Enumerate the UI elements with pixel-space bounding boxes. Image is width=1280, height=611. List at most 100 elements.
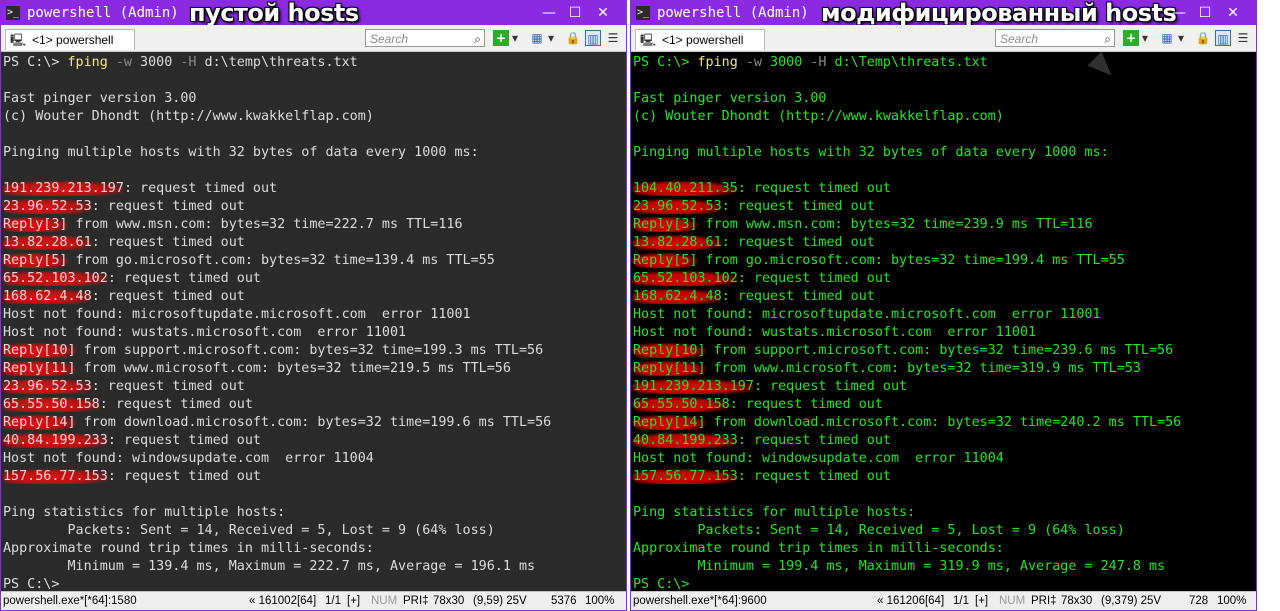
pane-icon[interactable]: ▥ bbox=[1215, 30, 1231, 46]
console-output[interactable]: PS C:\> fping -w 3000 -H d:\Temp\threats… bbox=[631, 52, 1256, 593]
add-console-icon[interactable]: + bbox=[493, 30, 509, 46]
console-line: Reply[3] from www.msn.com: bytes=32 time… bbox=[3, 216, 626, 234]
console-line: Host not found: microsoftupdate.microsof… bbox=[3, 306, 626, 324]
highlighted-text: 65.52.103.102 bbox=[3, 271, 108, 286]
status-size: 78x30 bbox=[433, 595, 465, 607]
status-zoom[interactable]: 100% bbox=[585, 592, 614, 610]
add-console-icon[interactable]: + bbox=[1123, 30, 1139, 46]
console-line: Approximate round trip times in milli-se… bbox=[633, 540, 1256, 558]
highlighted-text: Reply[14] bbox=[633, 415, 706, 430]
console-text: Pinging multiple hosts with 32 bytes of … bbox=[3, 145, 479, 160]
highlighted-text: 191.239.213.197 bbox=[3, 181, 124, 196]
search-icon[interactable]: ⌕ bbox=[1104, 30, 1111, 48]
minimize-icon[interactable]: — bbox=[538, 3, 560, 23]
tab-powershell[interactable]: 🖳 <1> powershell bbox=[635, 29, 765, 50]
console-text: Fast pinger version 3.00 bbox=[3, 91, 197, 106]
console-text: : request timed out bbox=[91, 289, 245, 304]
toolbar: 🖳 <1> powershell Search ⌕ + ▾ ▦ ▾ 🔒 ▥ ☰ bbox=[631, 25, 1256, 52]
console-line: Pinging multiple hosts with 32 bytes of … bbox=[633, 144, 1256, 162]
console-text: : request timed out bbox=[99, 397, 253, 412]
chevron-down-icon[interactable]: ▾ bbox=[1175, 30, 1187, 46]
console-text: (c) Wouter Dhondt (http://www.kwakkelfla… bbox=[3, 109, 374, 124]
status-bar: powershell.exe*[*64]:1580 « 161002[64] 1… bbox=[1, 591, 626, 610]
console-line: Reply[10] from support.microsoft.com: by… bbox=[3, 342, 626, 360]
status-pid: 5376 bbox=[551, 595, 577, 607]
status-process[interactable]: powershell.exe*[*64]:1580 bbox=[3, 592, 137, 610]
status-process[interactable]: powershell.exe*[*64]:9600 bbox=[633, 592, 767, 610]
console-line: Packets: Sent = 14, Received = 5, Lost =… bbox=[3, 522, 626, 540]
console-text: -w bbox=[745, 55, 762, 70]
console-text: : request timed out bbox=[737, 469, 891, 484]
maximize-icon[interactable]: ☐ bbox=[1194, 3, 1216, 23]
window-title: powershell (Admin) bbox=[657, 5, 809, 21]
console-text: : request timed out bbox=[91, 235, 245, 250]
close-icon[interactable]: ✕ bbox=[592, 3, 614, 23]
console-window-right: >_ powershell (Admin) модифицированный h… bbox=[630, 0, 1257, 611]
tab-label: <1> powershell bbox=[32, 33, 114, 47]
tab-powershell[interactable]: 🖳 <1> powershell bbox=[5, 29, 135, 50]
highlighted-text: Reply[3] bbox=[633, 217, 698, 232]
console-text: from www.microsoft.com: bytes=32 time=21… bbox=[75, 361, 511, 376]
console-text: : request timed out bbox=[729, 397, 883, 412]
console-line: Minimum = 139.4 ms, Maximum = 222.7 ms, … bbox=[3, 558, 626, 576]
pane-icon[interactable]: ▥ bbox=[585, 30, 601, 46]
console-output[interactable]: PS C:\> fping -w 3000 -H d:\temp\threats… bbox=[1, 52, 626, 593]
status-zoom[interactable]: 100% bbox=[1217, 592, 1246, 610]
console-text: from support.microsoft.com: bytes=32 tim… bbox=[75, 343, 544, 358]
console-text: Approximate round trip times in milli-se… bbox=[633, 541, 1004, 556]
console-line: 65.52.103.102: request timed out bbox=[3, 270, 626, 288]
status-bar: powershell.exe*[*64]:9600 « 161206[64] 1… bbox=[631, 591, 1256, 610]
menu-icon[interactable]: ☰ bbox=[605, 30, 621, 46]
overlay-label: пустой hosts bbox=[189, 0, 359, 27]
console-line: Packets: Sent = 14, Received = 5, Lost =… bbox=[633, 522, 1256, 540]
console-text: : request timed out bbox=[721, 289, 875, 304]
console-line: 40.84.199.233: request timed out bbox=[3, 432, 626, 450]
toolbar: 🖳 <1> powershell Search ⌕ + ▾ ▦ ▾ 🔒 ▥ ☰ bbox=[1, 25, 626, 52]
chevron-down-icon[interactable]: ▾ bbox=[509, 30, 521, 46]
chevron-down-icon[interactable]: ▾ bbox=[545, 30, 557, 46]
search-input[interactable]: Search ⌕ bbox=[365, 29, 485, 47]
status-console-index[interactable]: 1/1 bbox=[953, 592, 969, 610]
highlighted-text: Reply[5] bbox=[3, 253, 68, 268]
lock-icon[interactable]: 🔒 bbox=[565, 30, 581, 46]
console-line: Pinging multiple hosts with 32 bytes of … bbox=[3, 144, 626, 162]
status-add[interactable]: [+] bbox=[975, 592, 988, 610]
console-line: Host not found: wustats.microsoft.com er… bbox=[633, 324, 1256, 342]
highlighted-text: Reply[11] bbox=[3, 361, 76, 376]
console-line: Approximate round trip times in milli-se… bbox=[3, 540, 626, 558]
status-add[interactable]: [+] bbox=[347, 592, 360, 610]
chevron-down-icon[interactable]: ▾ bbox=[1139, 30, 1151, 46]
close-icon[interactable]: ✕ bbox=[1222, 3, 1244, 23]
status-priority[interactable]: PRI‡ bbox=[403, 592, 429, 610]
search-input[interactable]: Search ⌕ bbox=[995, 29, 1115, 47]
console-text: Host not found: windowsupdate.com error … bbox=[3, 451, 374, 466]
console-text: Minimum = 199.4 ms, Maximum = 319.9 ms, … bbox=[633, 559, 1166, 574]
console-line: 65.55.50.158: request timed out bbox=[633, 396, 1256, 414]
minimize-icon[interactable]: — bbox=[1168, 3, 1190, 23]
view-icon[interactable]: ▦ bbox=[1159, 30, 1175, 46]
search-icon[interactable]: ⌕ bbox=[474, 30, 481, 48]
menu-icon[interactable]: ☰ bbox=[1235, 30, 1251, 46]
console-line: 40.84.199.233: request timed out bbox=[633, 432, 1256, 450]
console-line: 168.62.4.48: request timed out bbox=[3, 288, 626, 306]
console-text: from go.microsoft.com: bytes=32 time=199… bbox=[697, 253, 1125, 268]
console-line: Ping statistics for multiple hosts: bbox=[3, 504, 626, 522]
status-server[interactable]: « 161002[64] bbox=[249, 592, 316, 610]
status-pid: 728 bbox=[1189, 595, 1209, 607]
status-server[interactable]: « 161206[64] bbox=[877, 592, 944, 610]
highlighted-text: 23.96.52.53 bbox=[3, 199, 92, 214]
lock-icon[interactable]: 🔒 bbox=[1195, 30, 1211, 46]
title-bar[interactable]: >_ powershell (Admin) модифицированный h… bbox=[631, 1, 1256, 27]
console-line: (c) Wouter Dhondt (http://www.kwakkelfla… bbox=[3, 108, 626, 126]
status-console-index[interactable]: 1/1 bbox=[325, 592, 341, 610]
search-placeholder: Search bbox=[1000, 32, 1039, 46]
title-bar[interactable]: >_ powershell (Admin) пустой hosts — ☐ ✕ bbox=[1, 0, 626, 27]
status-priority[interactable]: PRI‡ bbox=[1031, 592, 1057, 610]
console-line: 13.82.28.61: request timed out bbox=[633, 234, 1256, 252]
view-icon[interactable]: ▦ bbox=[529, 30, 545, 46]
console-text: fping bbox=[67, 55, 108, 70]
maximize-icon[interactable]: ☐ bbox=[564, 3, 586, 23]
